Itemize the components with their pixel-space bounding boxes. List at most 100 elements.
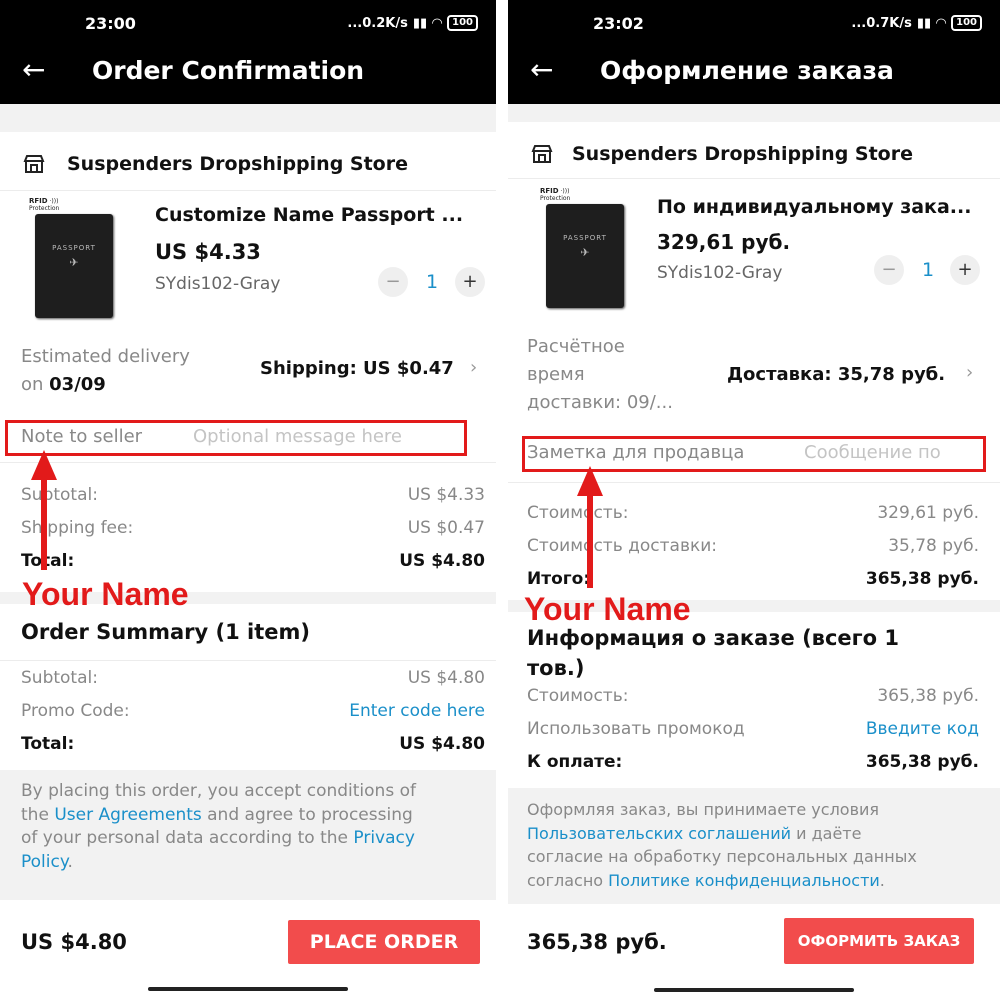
store-name[interactable]: Suspenders Dropshipping Store: [67, 153, 408, 175]
product-image[interactable]: RFID ·))) Protection PASSPORT ✈: [25, 198, 120, 318]
product-sku: SYdis102-Gray: [657, 263, 783, 283]
page-title: Оформление заказа: [600, 56, 894, 85]
divider: [0, 190, 496, 191]
wifi-icon: ◠: [432, 15, 443, 31]
place-order-button[interactable]: PLACE ORDER: [288, 920, 480, 964]
quantity-minus-button[interactable]: −: [378, 267, 408, 297]
wifi-icon: ◠: [936, 15, 947, 31]
promo-label: Promo Code:: [21, 701, 130, 721]
order-summary-card: Информация о заказе (всего 1 тов.) Стоим…: [508, 612, 1000, 788]
back-arrow-icon[interactable]: ←: [22, 56, 45, 84]
user-agreements-link[interactable]: Пользовательских соглашений: [527, 824, 791, 843]
status-time: 23:02: [593, 14, 644, 33]
bottom-total: US $4.80: [21, 930, 127, 954]
promo-code-link[interactable]: Введите код: [866, 719, 979, 739]
promo-code-link[interactable]: Enter code here: [349, 701, 485, 721]
legal-text: By placing this order, you accept condit…: [0, 780, 496, 880]
app-header: ← Order Confirmation: [0, 44, 496, 104]
legal-line: the User Agreements and agree to process…: [21, 804, 413, 825]
total-label: Итого:: [527, 569, 591, 589]
summary-subtotal-value: US $4.80: [407, 668, 485, 688]
passport-text: PASSPORT: [563, 234, 607, 242]
legal-line: of your personal data according to the P…: [21, 828, 415, 848]
arrow-shaft: [587, 494, 593, 588]
network-speed: ...0.2K/s: [347, 15, 408, 31]
legal-line: Пользовательских соглашений и даёте: [527, 823, 862, 843]
delivery-date: on 03/09: [21, 374, 106, 395]
legal-text: Оформляя заказ, вы принимаете условия По…: [508, 798, 1000, 898]
summary-subtotal-label: Subtotal:: [21, 668, 98, 688]
back-arrow-icon[interactable]: ←: [530, 56, 553, 84]
shipping-fee-value: 35,78 руб.: [888, 536, 979, 556]
chevron-right-icon[interactable]: ›: [470, 357, 477, 378]
total-value: 365,38 руб.: [865, 569, 979, 589]
shipping-option[interactable]: Shipping: US $0.47: [260, 358, 454, 379]
summary-subtotal-label: Стоимость:: [527, 686, 629, 706]
plane-icon: ✈: [69, 256, 79, 269]
rfid-label: RFID ·))) Protection: [29, 197, 60, 213]
status-icons: ...0.2K/s ▮▮ ◠ 100: [347, 15, 478, 31]
product-price: US $4.33: [155, 240, 261, 264]
quantity-plus-button[interactable]: +: [455, 267, 485, 297]
home-indicator: [148, 987, 348, 991]
product-name[interactable]: По индивидуальному зака...: [657, 196, 971, 218]
legal-line: согласие на обработку персональных данны…: [527, 847, 917, 866]
summary-total-value: US $4.80: [399, 734, 485, 754]
arrow-head: [577, 466, 603, 496]
bottom-bar: US $4.80 PLACE ORDER: [0, 900, 496, 1000]
user-agreements-link[interactable]: User Agreements: [54, 805, 201, 825]
legal-line: Policy.: [21, 851, 73, 872]
summary-total-value: 365,38 руб.: [865, 752, 979, 772]
app-header: ← Оформление заказа: [508, 44, 1000, 104]
product-sku: SYdis102-Gray: [155, 274, 281, 294]
shipping-option[interactable]: Доставка: 35,78 руб.: [727, 364, 945, 385]
privacy-policy-link-cont[interactable]: Policy: [21, 852, 67, 872]
quantity-minus-button[interactable]: −: [874, 255, 904, 285]
divider: [508, 178, 1000, 179]
privacy-policy-link[interactable]: Privacy: [353, 828, 415, 848]
store-name[interactable]: Suspenders Dropshipping Store: [572, 143, 913, 165]
plane-icon: ✈: [580, 246, 590, 259]
order-summary-title-2: тов.): [527, 656, 585, 680]
arrow-head: [31, 450, 57, 480]
delivery-label: Расчётное: [527, 336, 625, 357]
promo-label: Использовать промокод: [527, 719, 745, 739]
summary-total-label: Total:: [21, 734, 75, 754]
shipping-fee-label: Стоимость доставки:: [527, 536, 718, 556]
right-screen: 23:02 ...0.7K/s ▮▮ ◠ 100 ← Оформление за…: [508, 0, 1000, 1000]
order-summary-card: Order Summary (1 item) Subtotal: US $4.8…: [0, 604, 496, 770]
bottom-bar: 365,38 руб. ОФОРМИТЬ ЗАКАЗ: [508, 904, 1000, 1000]
product-name[interactable]: Customize Name Passport ...: [155, 204, 463, 226]
divider: [0, 660, 496, 661]
network-speed: ...0.7K/s: [851, 15, 912, 31]
summary-subtotal-value: 365,38 руб.: [877, 686, 979, 706]
signal-icon: ▮▮: [916, 15, 932, 31]
passport-cover: PASSPORT ✈: [546, 204, 624, 308]
note-highlight-box: [5, 420, 467, 456]
subtotal-value: US $4.33: [407, 485, 485, 505]
subtotal-label: Стоимость:: [527, 503, 629, 523]
quantity-value: 1: [426, 271, 439, 293]
status-icons: ...0.7K/s ▮▮ ◠ 100: [851, 15, 982, 31]
legal-line: Оформляя заказ, вы принимаете условия: [527, 800, 880, 819]
battery-icon: 100: [951, 15, 982, 31]
privacy-policy-link[interactable]: Политике конфиденциальности: [608, 871, 880, 890]
order-card: Suspenders Dropshipping Store RFID ·))) P…: [0, 132, 496, 592]
shipping-fee-label: Shipping fee:: [21, 518, 134, 538]
status-time: 23:00: [85, 14, 136, 33]
product-image[interactable]: RFID ·))) Protection PASSPORT ✈: [536, 188, 631, 308]
chevron-right-icon[interactable]: ›: [966, 362, 973, 383]
your-name-annotation: Your Name: [524, 591, 691, 627]
delivery-date: доставки: 09/...: [527, 392, 673, 413]
total-label: Total:: [21, 551, 75, 571]
page-title: Order Confirmation: [92, 56, 365, 85]
quantity-value: 1: [922, 259, 935, 281]
subtotal-value: 329,61 руб.: [877, 503, 979, 523]
place-order-button[interactable]: ОФОРМИТЬ ЗАКАЗ: [784, 918, 974, 964]
status-bar: 23:02 ...0.7K/s ▮▮ ◠ 100: [508, 0, 1000, 44]
subtotal-label: Subtotal:: [21, 485, 98, 505]
quantity-plus-button[interactable]: +: [950, 255, 980, 285]
your-name-annotation: Your Name: [22, 576, 189, 612]
divider: [0, 462, 496, 463]
arrow-shaft: [41, 478, 47, 570]
